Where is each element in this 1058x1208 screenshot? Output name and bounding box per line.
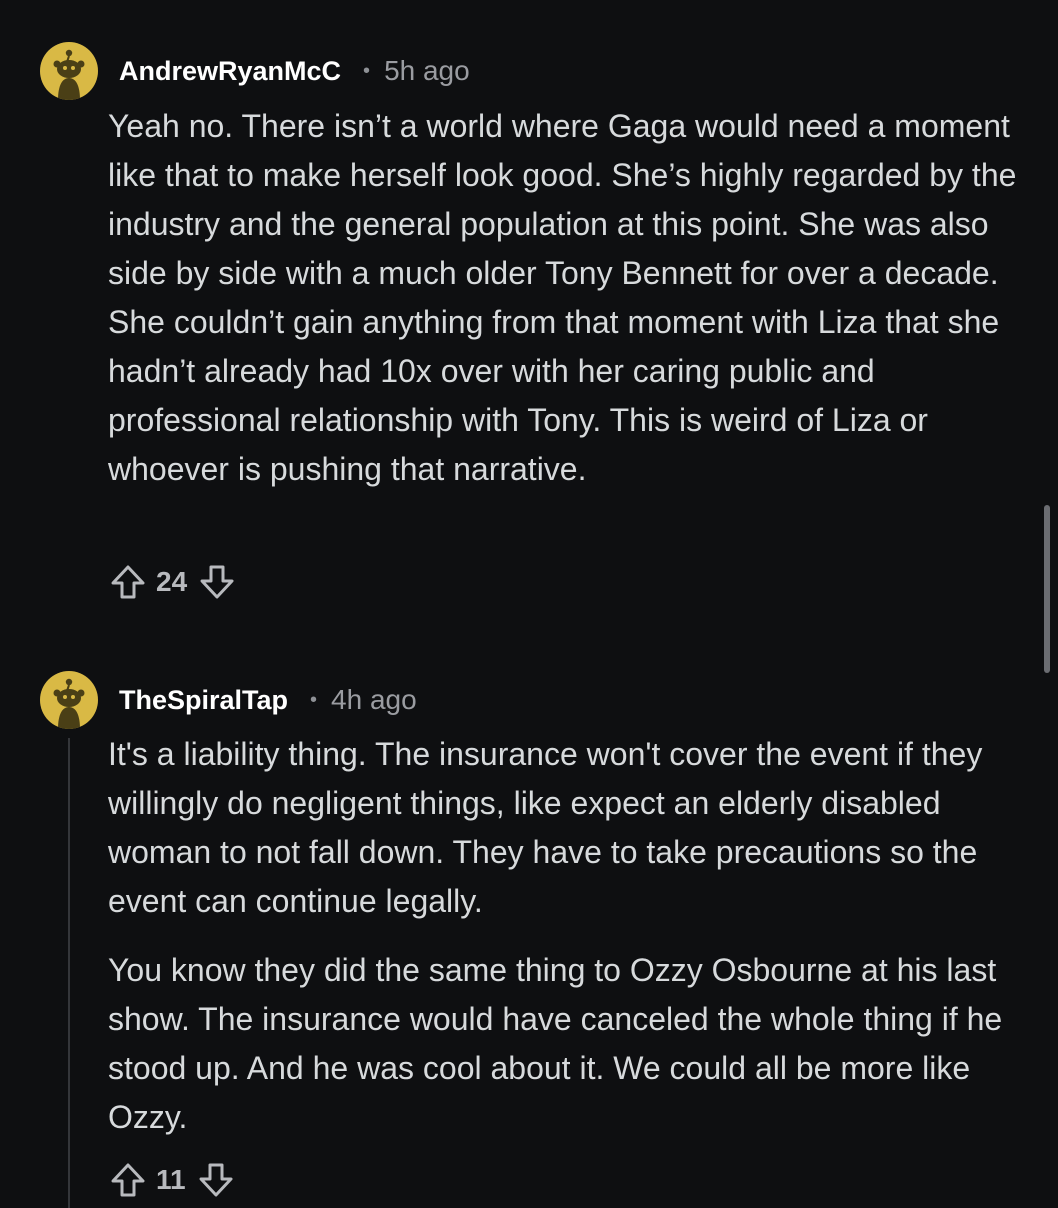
- comment-paragraph: It's a liability thing. The insurance wo…: [108, 736, 983, 919]
- downvote-arrow-icon[interactable]: [197, 562, 237, 602]
- snoo-avatar-icon: [53, 49, 85, 100]
- timestamp: 4h ago: [331, 684, 417, 715]
- comment-header: AndrewRyanMcC • 5h ago: [119, 51, 470, 91]
- vote-bar: 24: [108, 560, 237, 604]
- meta-separator: •: [310, 688, 318, 711]
- vote-bar: 11: [108, 1158, 236, 1202]
- comment-paragraph: You know they did the same thing to Ozzy…: [108, 952, 1003, 1135]
- comment-header: TheSpiralTap • 4h ago: [119, 680, 417, 720]
- meta-separator: •: [363, 59, 371, 82]
- timestamp: 5h ago: [384, 55, 470, 86]
- scrollbar[interactable]: [1044, 505, 1050, 673]
- comment-body: It's a liability thing. The insurance wo…: [108, 730, 1028, 1142]
- vote-score: 24: [156, 566, 188, 597]
- vote-score: 11: [156, 1164, 186, 1195]
- username[interactable]: TheSpiralTap: [119, 685, 288, 716]
- downvote-arrow-icon[interactable]: [196, 1160, 236, 1200]
- thread-line[interactable]: [68, 738, 70, 1208]
- upvote-arrow-icon[interactable]: [108, 562, 148, 602]
- username[interactable]: AndrewRyanMcC: [119, 56, 341, 87]
- avatar[interactable]: [40, 42, 98, 100]
- snoo-avatar-icon: [53, 678, 85, 729]
- upvote-arrow-icon[interactable]: [108, 1160, 148, 1200]
- avatar[interactable]: [40, 671, 98, 729]
- comment-paragraph: Yeah no. There isn’t a world where Gaga …: [108, 108, 1017, 487]
- comment-body: Yeah no. There isn’t a world where Gaga …: [108, 102, 1028, 494]
